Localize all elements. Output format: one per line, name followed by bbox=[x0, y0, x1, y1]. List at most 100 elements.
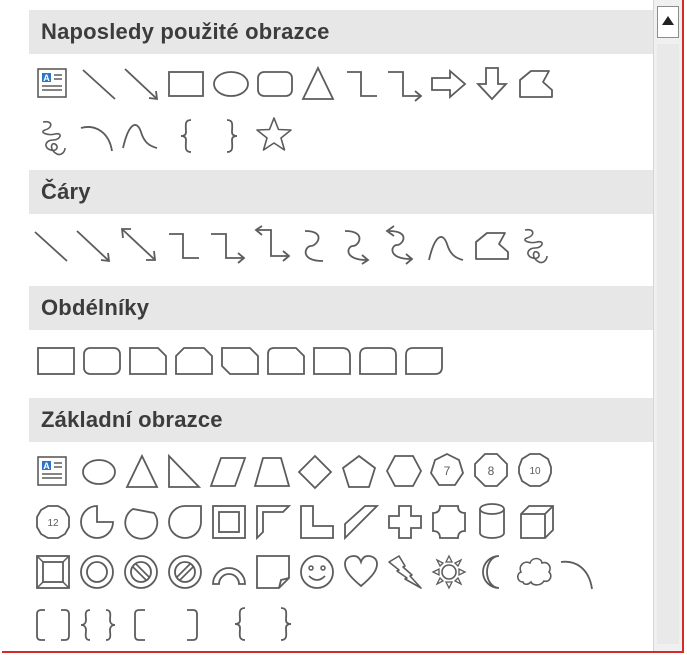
arc-icon[interactable] bbox=[559, 556, 595, 592]
text-box-label: A bbox=[43, 461, 50, 471]
elbow-double-arrow-connector-icon[interactable] bbox=[253, 225, 293, 262]
cloud-icon[interactable] bbox=[515, 554, 553, 588]
section-header-basic: Základní obrazce bbox=[29, 398, 653, 442]
rectangle-icon[interactable] bbox=[37, 346, 75, 376]
frame-icon[interactable] bbox=[211, 504, 247, 540]
snip-diagonal-corner-rectangle-icon[interactable] bbox=[221, 346, 259, 376]
chord-icon[interactable] bbox=[123, 504, 159, 540]
down-arrow-icon[interactable] bbox=[475, 66, 509, 102]
rounded-rectangle-icon[interactable] bbox=[257, 69, 293, 99]
line-icon[interactable] bbox=[81, 66, 117, 102]
arc-icon[interactable] bbox=[79, 118, 115, 154]
pie-icon[interactable] bbox=[79, 504, 115, 540]
shapes-gallery-panel: Naposledy použité obrazce A Čáry Obdélní… bbox=[2, 0, 653, 651]
heptagon-label: 7 bbox=[444, 464, 451, 478]
scribble-icon[interactable] bbox=[519, 226, 551, 266]
right-bracket-icon[interactable] bbox=[185, 608, 199, 642]
freeform-icon[interactable] bbox=[473, 230, 511, 262]
elbow-arrow-connector-icon[interactable] bbox=[209, 230, 247, 264]
curve-icon[interactable] bbox=[121, 118, 161, 152]
snip-single-corner-rectangle-icon[interactable] bbox=[129, 346, 167, 376]
curved-arrow-connector-icon[interactable] bbox=[339, 228, 375, 265]
arrow-line-icon[interactable] bbox=[123, 66, 161, 102]
octagon-icon[interactable]: 8 bbox=[473, 452, 509, 488]
cube-icon[interactable] bbox=[519, 504, 555, 540]
curved-connector-icon[interactable] bbox=[297, 228, 329, 264]
arrow-line-icon[interactable] bbox=[75, 228, 113, 264]
lightning-bolt-icon[interactable] bbox=[387, 554, 423, 590]
right-brace-icon[interactable] bbox=[221, 118, 241, 154]
can-icon[interactable] bbox=[477, 502, 507, 540]
rectangles-row bbox=[29, 336, 653, 388]
diamond-icon[interactable] bbox=[297, 454, 333, 490]
scrollbar-track[interactable] bbox=[657, 44, 679, 644]
curved-double-arrow-connector-icon[interactable] bbox=[381, 225, 419, 265]
lines-row bbox=[29, 220, 653, 274]
scribble-icon[interactable] bbox=[37, 118, 69, 158]
section-header-lines: Čáry bbox=[29, 170, 653, 214]
freeform-icon[interactable] bbox=[517, 68, 555, 100]
half-frame-icon[interactable] bbox=[255, 504, 292, 541]
scroll-up-button[interactable] bbox=[657, 6, 679, 38]
moon-icon[interactable] bbox=[477, 554, 507, 590]
block-arc-icon[interactable] bbox=[211, 556, 247, 586]
folded-corner-icon[interactable] bbox=[255, 554, 291, 590]
left-brace-icon[interactable] bbox=[177, 118, 197, 154]
triangle-up-icon bbox=[662, 16, 674, 25]
plus-icon[interactable] bbox=[387, 504, 423, 540]
diagonal-stripe-icon[interactable] bbox=[343, 504, 380, 541]
pentagon-icon[interactable] bbox=[341, 454, 377, 490]
basic-shapes-row-3 bbox=[29, 550, 653, 602]
teardrop-icon[interactable] bbox=[167, 504, 203, 540]
oval-icon[interactable] bbox=[212, 69, 250, 99]
rounded-rectangle-icon[interactable] bbox=[83, 346, 121, 376]
no-symbol-icon[interactable] bbox=[123, 554, 159, 590]
rotated-no-symbol-icon[interactable] bbox=[167, 554, 203, 590]
recent-shapes-row-1: A bbox=[29, 62, 653, 112]
vertical-scrollbar[interactable] bbox=[653, 0, 682, 651]
snip-and-round-corner-rectangle-icon[interactable] bbox=[267, 346, 305, 376]
snip-same-side-corner-rectangle-icon[interactable] bbox=[175, 346, 213, 376]
double-brace-icon[interactable] bbox=[79, 608, 117, 642]
decagon-label: 10 bbox=[529, 466, 541, 477]
elbow-arrow-connector-icon[interactable] bbox=[386, 68, 424, 102]
dodecagon-icon[interactable]: 12 bbox=[35, 504, 71, 540]
parallelogram-icon[interactable] bbox=[209, 456, 247, 488]
bevel-icon[interactable] bbox=[35, 554, 71, 590]
text-box-icon[interactable]: A bbox=[37, 68, 67, 98]
plaque-icon[interactable] bbox=[431, 504, 467, 540]
curve-icon[interactable] bbox=[427, 230, 467, 264]
left-brace-icon[interactable] bbox=[231, 606, 251, 642]
right-triangle-icon[interactable] bbox=[167, 453, 202, 490]
text-box-icon[interactable]: A bbox=[37, 456, 67, 486]
smiley-face-icon[interactable] bbox=[299, 554, 335, 590]
rectangle-icon[interactable] bbox=[168, 69, 204, 99]
dodecagon-label: 12 bbox=[47, 518, 59, 529]
round-same-side-corner-rectangle-icon[interactable] bbox=[359, 346, 397, 376]
left-bracket-icon[interactable] bbox=[133, 608, 147, 642]
elbow-connector-icon[interactable] bbox=[345, 68, 379, 100]
sun-icon[interactable] bbox=[431, 554, 467, 590]
hexagon-icon[interactable] bbox=[385, 454, 423, 488]
triangle-icon[interactable] bbox=[125, 453, 159, 490]
section-header-recent: Naposledy použité obrazce bbox=[29, 10, 653, 54]
round-single-corner-rectangle-icon[interactable] bbox=[313, 346, 351, 376]
decagon-icon[interactable]: 10 bbox=[517, 452, 553, 488]
donut-icon[interactable] bbox=[79, 554, 115, 590]
star-icon[interactable] bbox=[255, 116, 293, 152]
text-box-label: A bbox=[43, 73, 50, 83]
heptagon-icon[interactable]: 7 bbox=[429, 452, 465, 488]
right-arrow-icon[interactable] bbox=[430, 68, 468, 100]
round-diagonal-corner-rectangle-icon[interactable] bbox=[405, 346, 443, 376]
elbow-connector-icon[interactable] bbox=[167, 230, 201, 262]
double-arrow-line-icon[interactable] bbox=[119, 226, 159, 264]
line-icon[interactable] bbox=[33, 228, 69, 264]
heart-icon[interactable] bbox=[343, 554, 379, 588]
double-bracket-icon[interactable] bbox=[35, 608, 71, 642]
trapezoid-icon[interactable] bbox=[253, 456, 291, 488]
basic-shapes-row-2: 12 bbox=[29, 500, 653, 550]
oval-icon[interactable] bbox=[81, 456, 117, 488]
l-shape-icon[interactable] bbox=[299, 504, 335, 540]
triangle-icon[interactable] bbox=[301, 65, 335, 102]
right-brace-icon[interactable] bbox=[275, 606, 295, 642]
